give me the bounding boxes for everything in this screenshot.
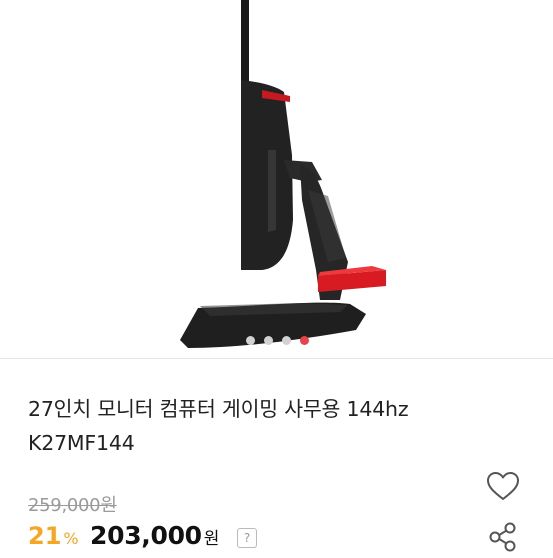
discount-rate: 21% <box>28 522 79 550</box>
carousel-dot-1[interactable] <box>246 336 255 345</box>
carousel-dot-2[interactable] <box>264 336 273 345</box>
original-price: 259,000원 <box>28 495 117 516</box>
product-image[interactable] <box>0 0 553 358</box>
wishlist-button[interactable] <box>484 468 522 504</box>
product-title-line-1: 27인치 모니터 컴퓨터 게이밍 사무용 144hz <box>28 397 409 421</box>
carousel-indicators <box>0 336 553 346</box>
share-icon <box>489 522 516 552</box>
carousel-dot-3[interactable] <box>282 336 291 345</box>
carousel-dot-4-active[interactable] <box>300 336 309 345</box>
heart-outline-icon <box>487 472 519 500</box>
product-model: K27MF144 <box>28 431 135 455</box>
sale-price-value: 203,000 <box>90 521 202 550</box>
divider <box>0 358 553 359</box>
share-button[interactable] <box>486 520 520 554</box>
monitor-side-view-illustration <box>180 0 386 348</box>
discount-percent-value: 21 <box>28 522 62 550</box>
product-title: 27인치 모니터 컴퓨터 게이밍 사무용 144hz K27MF144 <box>28 392 468 460</box>
sale-price: 203,000 원 <box>90 521 219 550</box>
price-help-button[interactable]: ? <box>237 528 257 548</box>
discount-percent-unit: % <box>63 529 79 548</box>
sale-price-unit: 원 <box>203 529 220 549</box>
